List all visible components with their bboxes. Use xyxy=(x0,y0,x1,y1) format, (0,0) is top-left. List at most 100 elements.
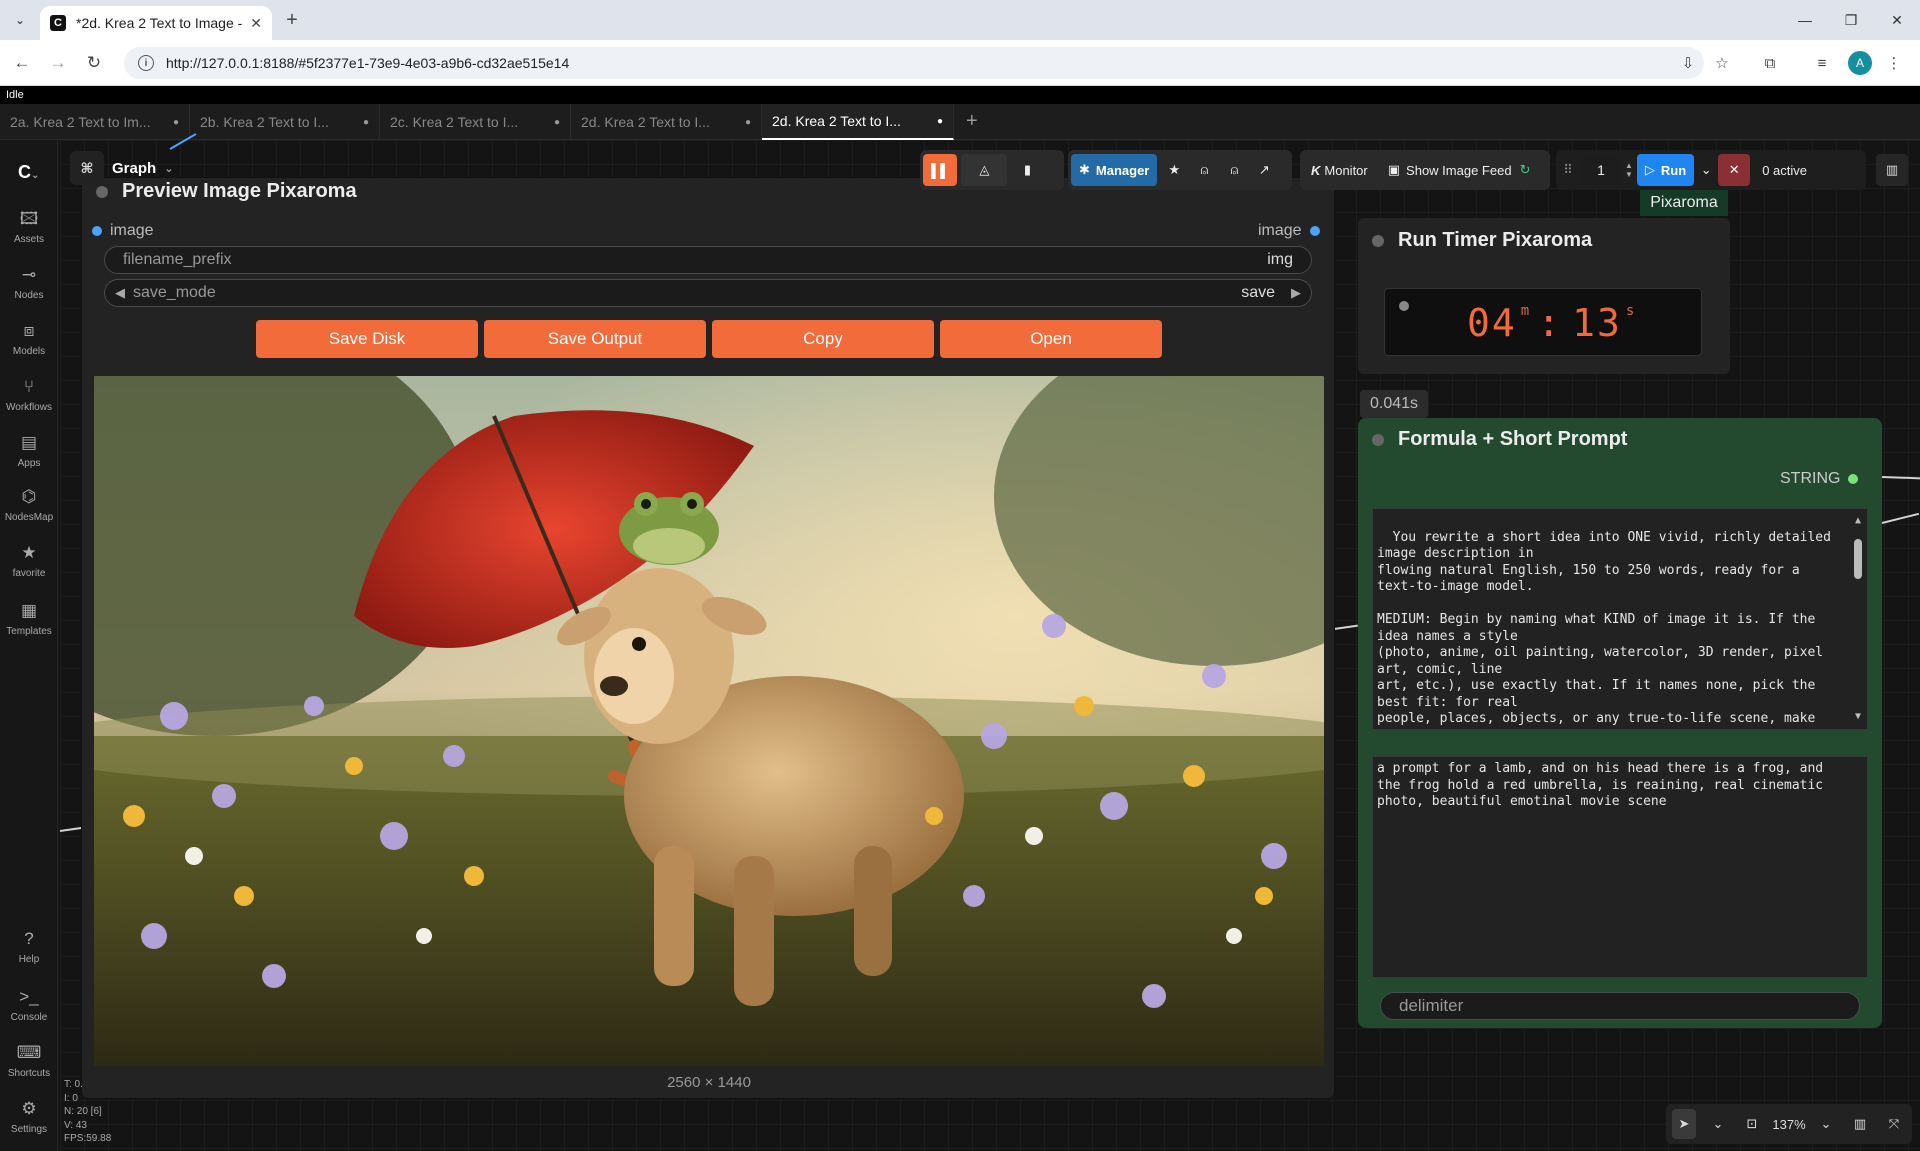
pixaroma-waveform-button[interactable]: ▌▌ xyxy=(923,154,958,186)
fit-view-icon[interactable]: ⊡ xyxy=(1740,1109,1764,1139)
sidebar-item-settings[interactable]: ⚙ Settings xyxy=(0,1098,58,1148)
sidebar-item-apps[interactable]: ▤ Apps xyxy=(0,432,58,482)
sidebar-item-assets[interactable]: 🖾 Assets xyxy=(0,208,58,258)
save-output-button[interactable]: Save Output xyxy=(484,320,706,358)
sidebar-item-favorite[interactable]: ★ favorite xyxy=(0,542,58,592)
run-button[interactable]: ▷ Run xyxy=(1636,154,1695,186)
model-a-button[interactable]: ⍝ xyxy=(1191,154,1217,186)
extensions-icon[interactable]: ⧉ xyxy=(1758,51,1782,75)
scroll-thumb[interactable] xyxy=(1854,539,1862,579)
browser-tab-active[interactable]: C *2d. Krea 2 Text to Image - 2K ✕ xyxy=(40,6,272,40)
scroll-up-icon[interactable]: ▲ xyxy=(1853,513,1863,530)
scroll-down-icon[interactable]: ▼ xyxy=(1853,709,1863,726)
browser-menu-icon[interactable]: ⋮ xyxy=(1882,51,1906,75)
toggle-panel-button[interactable]: ▥ xyxy=(1876,154,1908,186)
puzzle-icon: ✱ xyxy=(1079,162,1090,177)
cancel-run-button[interactable]: ✕ xyxy=(1718,154,1751,186)
textarea-scrollbar[interactable]: ▲ ▼ xyxy=(1853,513,1863,725)
window-close-icon[interactable]: ✕ xyxy=(1874,0,1920,40)
zoom-level[interactable]: 137% xyxy=(1772,1109,1805,1139)
templates-icon: ▦ xyxy=(20,601,38,620)
comfy-logo[interactable]: C⌄ xyxy=(18,162,39,183)
new-workflow-button[interactable]: + xyxy=(966,110,978,133)
filename-prefix-field[interactable]: filename_prefix img xyxy=(104,246,1312,274)
k-logo-icon: K xyxy=(1311,162,1321,178)
bookmark-star-icon[interactable]: ☆ xyxy=(1710,51,1734,75)
address-bar[interactable]: i http://127.0.0.1:8188/#5f2377e1-73e9-4… xyxy=(124,47,1704,79)
chevron-down-icon[interactable]: ⌄ xyxy=(1814,1109,1838,1139)
workflow-tab[interactable]: 2d. Krea 2 Text to I... ● xyxy=(571,104,762,140)
forward-icon[interactable]: → xyxy=(46,51,70,75)
delimiter-field[interactable]: delimiter xyxy=(1380,992,1860,1020)
help-icon: ? xyxy=(24,929,34,948)
hide-links-icon[interactable]: ⤧ xyxy=(1882,1109,1906,1139)
browser-tab-title: *2d. Krea 2 Text to Image - 2K xyxy=(76,15,244,31)
new-tab-button[interactable]: + xyxy=(280,8,304,32)
unsaved-dot-icon: ● xyxy=(362,116,369,128)
model-b-button[interactable]: ⍝ xyxy=(1221,154,1247,186)
timer-node-title[interactable]: Run Timer Pixaroma xyxy=(1372,229,1592,252)
stepper-up-icon[interactable]: ▲ xyxy=(1625,161,1633,170)
share-button[interactable]: ↗ xyxy=(1251,154,1277,186)
sidebar-item-workflows[interactable]: ⑂ Workflows xyxy=(0,376,58,426)
collapse-dot-icon[interactable] xyxy=(1372,433,1384,446)
gear-icon: ⚙ xyxy=(21,1099,37,1118)
chevron-down-icon[interactable]: ⌄ xyxy=(1706,1109,1730,1139)
crystal-tool-button[interactable]: ◬ xyxy=(961,154,1008,186)
pixaroma-node-header[interactable]: Pixaroma xyxy=(1640,190,1728,216)
user-prompt-textarea[interactable]: a prompt for a lamb, and on his head the… xyxy=(1372,756,1868,978)
arrow-left-icon[interactable]: ◀ xyxy=(115,285,125,301)
stepper-down-icon[interactable]: ▼ xyxy=(1625,170,1633,179)
sidebar-item-nodes[interactable]: ⊸ Nodes xyxy=(0,264,58,314)
save-mode-combo[interactable]: ◀ save_mode save ▶ xyxy=(104,279,1312,307)
tab-search-chevron-icon[interactable]: ⌄ xyxy=(8,8,32,32)
workflow-tab[interactable]: 2c. Krea 2 Text to I... ● xyxy=(380,104,571,140)
run-options-chevron-icon[interactable]: ⌄ xyxy=(1698,154,1714,186)
image-dimensions: 2560 × 1440 xyxy=(667,1074,751,1091)
drag-handle-icon[interactable]: ⠿ xyxy=(1559,154,1577,186)
sidebar-item-console[interactable]: >_ Console xyxy=(0,986,58,1036)
open-button[interactable]: Open xyxy=(940,320,1162,358)
save-disk-button[interactable]: Save Disk xyxy=(256,320,478,358)
collapse-dot-icon[interactable] xyxy=(1372,234,1384,247)
system-prompt-textarea[interactable]: You rewrite a short idea into ONE vivid,… xyxy=(1372,508,1868,730)
monitor-toolbar-group: K Monitor ▣ Show Image Feed ↻ xyxy=(1300,150,1550,190)
output-slot-image[interactable]: image xyxy=(1258,222,1320,240)
favorite-toolbar-button[interactable]: ★ xyxy=(1161,154,1187,186)
apps-icon: ▤ xyxy=(20,433,38,452)
output-slot-string[interactable]: STRING xyxy=(1780,470,1859,488)
workflow-tab[interactable]: 2b. Krea 2 Text to I... ● xyxy=(190,104,380,140)
select-tool-icon[interactable]: ➤ xyxy=(1672,1109,1696,1139)
graph-mode-button[interactable]: ⌘ Graph ⌄ xyxy=(70,151,173,185)
manager-button[interactable]: ✱ Manager xyxy=(1071,154,1158,186)
workflow-tab-active[interactable]: 2d. Krea 2 Text to I... ● xyxy=(762,104,954,140)
close-tab-icon[interactable]: ✕ xyxy=(250,15,262,32)
formula-node-title[interactable]: Formula + Short Prompt xyxy=(1372,428,1627,451)
active-queue-label[interactable]: 0 active xyxy=(1754,154,1815,186)
minimap-icon[interactable]: ▥ xyxy=(1848,1109,1872,1139)
arrow-right-icon[interactable]: ▶ xyxy=(1291,285,1301,301)
copy-button[interactable]: Copy xyxy=(712,320,934,358)
restore-icon[interactable]: ❐ xyxy=(1828,0,1874,40)
install-app-icon[interactable]: ⇩ xyxy=(1676,51,1700,75)
profile-avatar[interactable]: A xyxy=(1848,51,1872,75)
workflow-tab[interactable]: 2a. Krea 2 Text to Im... ● xyxy=(0,104,190,140)
sidebar-item-shortcuts[interactable]: ⌨ Shortcuts xyxy=(0,1042,58,1092)
sidebar-item-help[interactable]: ? Help xyxy=(0,928,58,978)
sidebar-item-templates[interactable]: ▦ Templates xyxy=(0,600,58,650)
canvas-controls: ➤ ⌄ ⊡ 137% ⌄ ▥ ⤧ xyxy=(1666,1104,1912,1144)
show-image-feed-button[interactable]: ▣ Show Image Feed ↻ xyxy=(1380,154,1539,186)
bookmark-button[interactable]: ▮ xyxy=(1011,154,1043,186)
site-info-icon[interactable]: i xyxy=(138,55,154,71)
sidebar-item-models[interactable]: ⧈ Models xyxy=(0,320,58,370)
monitor-button[interactable]: K Monitor xyxy=(1303,154,1376,186)
sidebar-item-nodesmap[interactable]: ⌬ NodesMap xyxy=(0,486,58,536)
back-icon[interactable]: ← xyxy=(10,51,34,75)
collapse-dot-icon[interactable] xyxy=(96,185,108,198)
input-slot-image[interactable]: image xyxy=(92,222,154,240)
queue-stepper[interactable]: ▲ ▼ xyxy=(1625,161,1633,179)
minimize-icon[interactable]: — xyxy=(1782,0,1828,40)
queue-count-input[interactable]: 1 xyxy=(1581,155,1621,185)
reload-icon[interactable]: ↻ xyxy=(82,51,106,75)
media-controls-icon[interactable]: ≡ xyxy=(1810,51,1834,75)
